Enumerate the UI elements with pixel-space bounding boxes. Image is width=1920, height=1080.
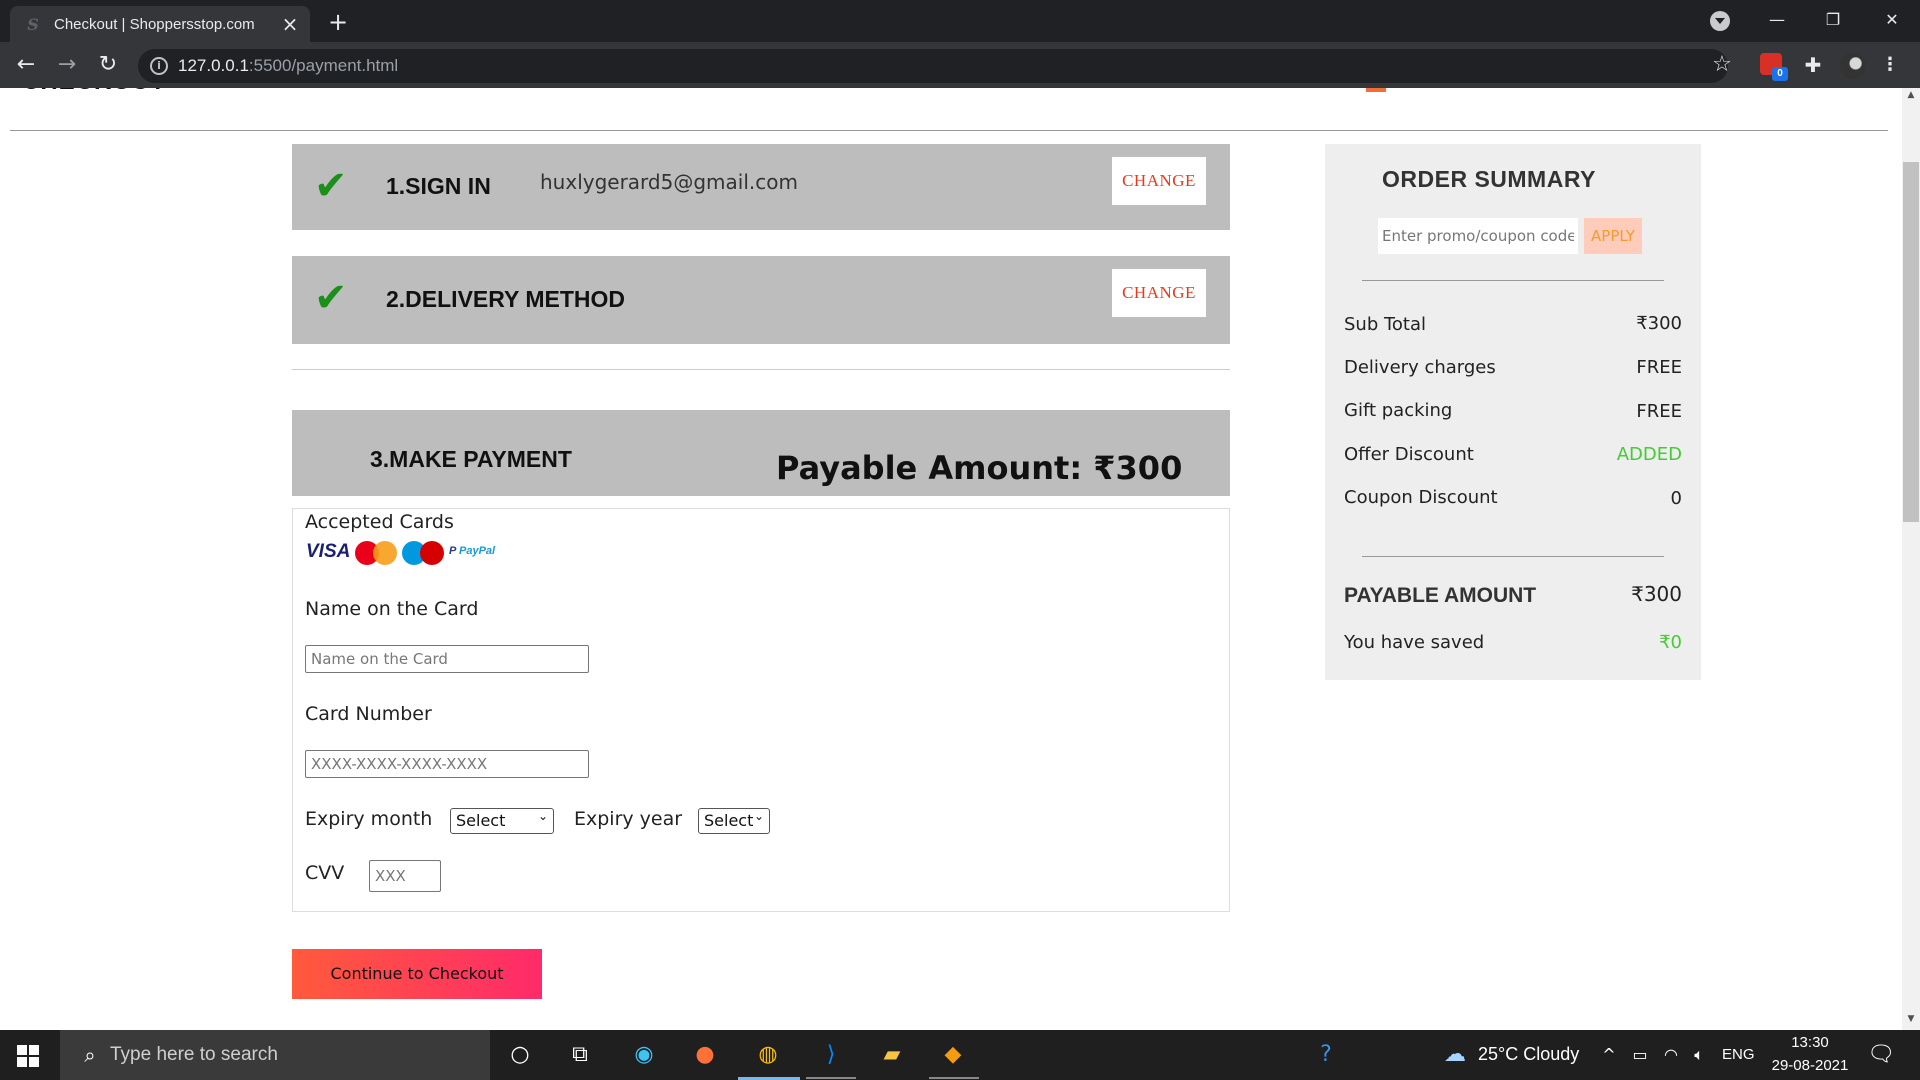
delivery-title: 2.DELIVERY METHOD [386, 286, 625, 312]
bookmark-star-icon[interactable]: ☆ [1708, 51, 1736, 79]
order-summary-title: ORDER SUMMARY [1382, 166, 1596, 192]
summary-row-label: Sub Total [1344, 314, 1427, 335]
weather-cloud-icon: ☁ [1444, 1042, 1466, 1067]
taskbar-search-placeholder: Type here to search [110, 1044, 278, 1065]
help-icon[interactable]: ? [1307, 1036, 1345, 1074]
expiry-year-label: Expiry year [574, 808, 683, 830]
signed-in-email: huxlygerard5@gmail.com [540, 170, 798, 194]
chevron-down-icon: ⌄ [753, 809, 764, 823]
cvv-input[interactable] [369, 860, 441, 892]
site-favicon-icon: S [27, 15, 39, 34]
git-app-open-indicator [929, 1077, 979, 1079]
change-delivery-button[interactable]: CHANGE [1112, 269, 1206, 317]
weather-text[interactable]: 25°C Cloudy [1478, 1044, 1579, 1065]
summary-divider-top [1362, 280, 1664, 281]
language-indicator[interactable]: ENG [1722, 1046, 1755, 1063]
url-host: 127.0.0.1 [178, 56, 249, 75]
page-heading-partial: CHECKOUT [22, 88, 166, 96]
extensions-puzzle-icon[interactable]: ✚ [1800, 51, 1826, 79]
summary-row-label: Delivery charges [1344, 357, 1496, 378]
header-divider [10, 130, 1888, 131]
cvv-label: CVV [305, 862, 345, 884]
chevron-down-icon: ⌄ [537, 809, 548, 823]
delivery-check-icon: ✔ [314, 275, 348, 321]
cart-indicator [1366, 88, 1386, 92]
you-saved-value: ₹0 [1659, 632, 1682, 653]
continue-to-checkout-button[interactable]: Continue to Checkout [292, 949, 542, 999]
paypal-icon: P PayPal [449, 545, 496, 557]
browser-tab[interactable]: S Checkout | Shoppersstop.com × [10, 6, 310, 42]
git-app-icon[interactable]: ◆ [934, 1036, 972, 1074]
expiry-month-label: Expiry month [305, 808, 433, 830]
url-text[interactable]: 127.0.0.1:5500/payment.html [178, 55, 398, 77]
file-explorer-icon[interactable]: ▰ [873, 1036, 911, 1074]
clock-time[interactable]: 13:30 [1770, 1034, 1850, 1051]
summary-row-value: ₹300 [1636, 313, 1682, 334]
url-path: :5500/payment.html [248, 56, 399, 75]
expiry-month-value: Select [456, 811, 506, 830]
forward-icon[interactable]: → [53, 51, 81, 79]
browser-menu-icon[interactable]: ⋮ [1880, 51, 1900, 79]
new-tab-icon[interactable]: + [324, 8, 352, 36]
summary-row-value: FREE [1636, 401, 1682, 422]
cortana-icon[interactable]: ○ [501, 1036, 539, 1074]
windows-start-icon[interactable] [17, 1045, 39, 1067]
volume-icon[interactable]: 🔈︎ [1680, 1036, 1718, 1074]
card-name-input[interactable] [305, 645, 589, 673]
edge-icon[interactable]: ◉ [625, 1036, 663, 1074]
site-info-icon[interactable]: i [150, 57, 168, 75]
expiry-year-value: Select [704, 811, 754, 830]
apply-promo-button[interactable]: APPLY [1584, 218, 1642, 254]
maestro-card-icon [402, 541, 444, 565]
firefox-icon[interactable]: ● [686, 1036, 724, 1074]
visa-card-icon: VISA [306, 541, 351, 562]
tab-title: Checkout | Shoppersstop.com [54, 16, 255, 33]
expiry-year-select[interactable]: Select ⌄ [698, 808, 770, 834]
offer-discount-value: ADDED [1616, 444, 1682, 465]
tab-search-icon[interactable] [1710, 11, 1730, 31]
change-sign-in-button[interactable]: CHANGE [1112, 157, 1206, 205]
reload-icon[interactable]: ↻ [94, 51, 122, 79]
summary-row-value: FREE [1636, 357, 1682, 378]
sign-in-check-icon: ✔ [314, 163, 348, 209]
mastercard-icon [355, 541, 397, 565]
card-name-label: Name on the Card [305, 598, 479, 620]
minimize-icon[interactable]: — [1757, 6, 1797, 34]
section-divider [292, 369, 1230, 370]
expiry-month-select[interactable]: Select ⌄ [450, 808, 554, 834]
scroll-up-icon[interactable]: ▲ [1902, 88, 1920, 102]
payable-amount-value: ₹300 [1631, 582, 1682, 606]
summary-row-label: Gift packing [1344, 400, 1453, 421]
back-icon[interactable]: ← [12, 51, 40, 79]
clock-date[interactable]: 29-08-2021 [1770, 1057, 1850, 1074]
summary-row-label: Offer Discount [1344, 444, 1474, 465]
payment-form [292, 508, 1230, 912]
task-view-icon[interactable]: ⧉ [561, 1036, 599, 1074]
tab-close-icon[interactable]: × [280, 12, 300, 36]
profile-avatar[interactable] [1840, 53, 1866, 79]
vscode-icon[interactable]: ⟩ [812, 1036, 850, 1074]
card-number-input[interactable] [305, 750, 589, 778]
extension-badge: 0 [1772, 67, 1788, 81]
sign-in-title: 1.SIGN IN [386, 173, 491, 199]
summary-divider-bottom [1362, 556, 1664, 557]
summary-row-value: 0 [1670, 488, 1682, 509]
scroll-down-icon[interactable]: ▼ [1902, 1012, 1920, 1026]
paypal-label: PayPal [459, 545, 496, 557]
payable-amount-label: PAYABLE AMOUNT [1344, 584, 1537, 607]
chrome-icon[interactable]: ◍ [749, 1036, 787, 1074]
card-number-label: Card Number [305, 703, 432, 725]
summary-row-label: Coupon Discount [1344, 487, 1498, 508]
promo-code-input[interactable] [1378, 218, 1578, 254]
payable-amount-heading: Payable Amount: ₹300 [776, 449, 1183, 487]
window-close-icon[interactable]: ✕ [1872, 6, 1912, 34]
restore-icon[interactable]: ❐ [1813, 6, 1853, 34]
accepted-cards-label: Accepted Cards [305, 511, 454, 533]
payment-title: 3.MAKE PAYMENT [370, 446, 572, 472]
you-saved-label: You have saved [1344, 632, 1485, 653]
vscode-open-indicator [806, 1077, 856, 1079]
scrollbar-thumb[interactable] [1903, 162, 1919, 522]
notifications-icon[interactable]: 🗨︎ [1862, 1036, 1900, 1074]
search-icon: ⌕ [84, 1043, 96, 1067]
